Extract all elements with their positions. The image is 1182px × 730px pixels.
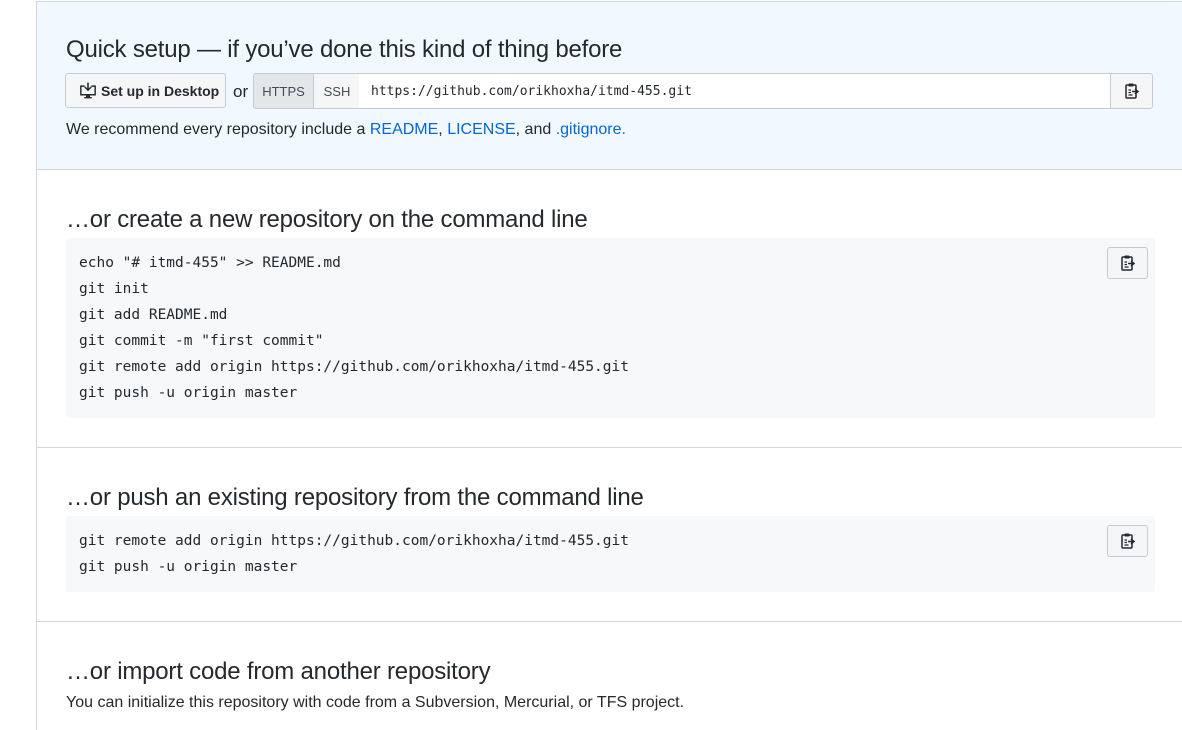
- code-line: git remote add origin https://github.com…: [79, 533, 629, 549]
- quick-setup-box: Quick setup — if you’ve done this kind o…: [37, 2, 1182, 170]
- clipboard-icon: [1120, 533, 1135, 549]
- code-line: echo "# itmd-455" >> README.md: [79, 255, 341, 271]
- protocol-selector: HTTPS SSH: [253, 73, 361, 109]
- push-existing-title: …or push an existing repository from the…: [66, 484, 644, 511]
- recommend-prefix: We recommend every repository include a: [66, 121, 370, 138]
- comma-separator: ,: [438, 121, 448, 138]
- clone-row: Set up in Desktop or HTTPS SSH https://g…: [65, 73, 1155, 109]
- gitignore-link[interactable]: .gitignore: [556, 121, 622, 138]
- code-line: git push -u origin master: [79, 559, 298, 575]
- push-existing-code-block: git remote add origin https://github.com…: [66, 516, 1155, 592]
- copy-push-commands-button[interactable]: [1107, 525, 1148, 557]
- push-existing-section: …or push an existing repository from the…: [37, 448, 1182, 622]
- setup-in-desktop-button[interactable]: Set up in Desktop: [65, 73, 226, 108]
- recommend-text: We recommend every repository include a …: [66, 121, 626, 139]
- import-code-title: …or import code from another repository: [66, 658, 491, 685]
- setup-in-desktop-label: Set up in Desktop: [101, 82, 220, 99]
- desktop-download-icon: [80, 82, 96, 98]
- copy-url-button[interactable]: [1110, 73, 1153, 109]
- and-separator: , and: [515, 121, 556, 138]
- clipboard-icon: [1124, 83, 1139, 99]
- code-line: git add README.md: [79, 307, 228, 323]
- ssh-tab[interactable]: SSH: [314, 73, 361, 109]
- create-new-title: …or create a new repository on the comma…: [66, 206, 588, 233]
- or-label: or: [233, 82, 249, 101]
- code-line: git init: [79, 281, 149, 297]
- copy-create-commands-button[interactable]: [1107, 247, 1148, 279]
- code-line: git push -u origin master: [79, 385, 298, 401]
- code-line: git commit -m "first commit": [79, 333, 324, 349]
- create-new-section: …or create a new repository on the comma…: [37, 170, 1182, 448]
- code-line: git remote add origin https://github.com…: [79, 359, 629, 375]
- https-tab[interactable]: HTTPS: [253, 73, 314, 109]
- import-code-description: You can initialize this repository with …: [66, 694, 685, 711]
- clone-url-input[interactable]: https://github.com/orikhoxha/itmd-455.gi…: [359, 73, 1111, 109]
- import-code-section: …or import code from another repository …: [37, 622, 1182, 730]
- license-link[interactable]: LICENSE: [447, 121, 515, 138]
- readme-link[interactable]: README: [370, 121, 438, 138]
- repo-setup-panel: Quick setup — if you’ve done this kind o…: [36, 1, 1182, 730]
- gitignore-link-period[interactable]: .: [622, 121, 626, 138]
- clipboard-icon: [1120, 255, 1135, 271]
- create-new-code-block: echo "# itmd-455" >> README.md git init …: [66, 238, 1155, 418]
- quick-setup-title: Quick setup — if you’ve done this kind o…: [66, 36, 623, 63]
